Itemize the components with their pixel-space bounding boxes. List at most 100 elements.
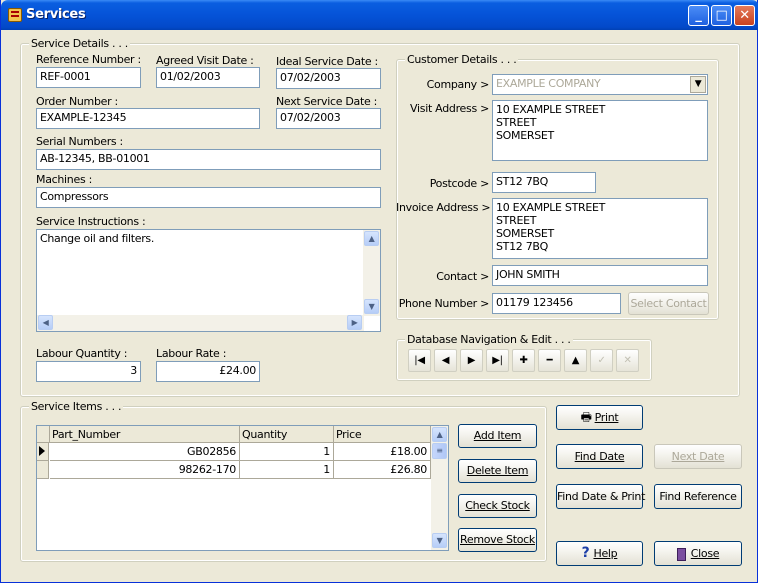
add-item-label: Add Item — [473, 429, 522, 442]
last-record-button[interactable]: ▶| — [486, 349, 509, 372]
first-record-button[interactable]: |◀ — [408, 349, 431, 372]
reference-number-label: Reference Number : — [36, 53, 141, 66]
service-instructions-text: Change oil and filters. — [40, 232, 155, 245]
col-header-price[interactable]: Price — [334, 426, 431, 443]
customer-details-legend: Customer Details . . . — [405, 53, 519, 66]
machines-field[interactable]: Compressors — [36, 187, 381, 208]
close-window-button[interactable]: ✕ — [734, 5, 755, 26]
service-items-grid[interactable]: Part_Number Quantity Price GB02856 1 £18… — [36, 425, 449, 551]
window-title: Services — [26, 7, 86, 22]
agreed-visit-date-label: Agreed Visit Date : — [156, 54, 254, 67]
find-reference-label: Find Reference — [659, 490, 737, 503]
company-label: Company > — [426, 78, 490, 91]
labour-quantity-label: Labour Quantity : — [36, 347, 128, 360]
machines-label: Machines : — [36, 173, 92, 186]
ideal-service-date-field[interactable]: 07/02/2003 — [276, 68, 381, 89]
row-indicator[interactable] — [37, 461, 49, 479]
service-items-legend: Service Items . . . — [29, 400, 124, 413]
select-contact-button[interactable]: Select Contact — [628, 292, 709, 315]
help-button[interactable]: ? Help — [556, 541, 643, 566]
app-icon — [8, 8, 22, 22]
grid-corner — [37, 426, 50, 443]
post-edit-button[interactable]: ✓ — [590, 349, 613, 372]
invoice-address-field[interactable]: 10 EXAMPLE STREET STREET SOMERSET ST12 7… — [492, 198, 708, 259]
delete-item-button[interactable]: Delete Item — [458, 459, 537, 483]
printer-icon: 🖶 — [580, 410, 592, 424]
current-row-icon — [39, 446, 45, 456]
company-combo[interactable]: EXAMPLE COMPANY ▼ — [492, 74, 708, 95]
instructions-hscroll[interactable]: ◀ ▶ — [37, 315, 364, 331]
find-date-print-button[interactable]: Find Date & Print — [556, 484, 646, 509]
next-date-label: Next Date — [671, 450, 725, 463]
minimize-button[interactable]: _ — [688, 5, 709, 26]
prev-record-button[interactable]: ◀ — [434, 349, 457, 372]
phone-number-label: Phone Number > — [398, 297, 490, 310]
find-date-print-label: Find Date & Print — [557, 490, 646, 503]
table-cell[interactable]: £18.00 — [334, 443, 431, 461]
scroll-down-icon[interactable]: ▼ — [432, 533, 447, 548]
reference-number-field[interactable]: REF-0001 — [36, 67, 141, 88]
labour-rate-label: Labour Rate : — [156, 347, 227, 360]
scroll-left-icon[interactable]: ◀ — [38, 315, 53, 330]
phone-number-field[interactable]: 01179 123456 — [492, 293, 621, 314]
table-cell[interactable]: 98262-170 — [50, 461, 240, 479]
service-instructions-label: Service Instructions : — [36, 215, 146, 228]
scroll-up-icon[interactable]: ▲ — [432, 427, 447, 442]
contact-field[interactable]: JOHN SMITH — [492, 265, 708, 286]
company-value: EXAMPLE COMPANY — [496, 77, 601, 90]
print-label: Print — [594, 411, 619, 424]
next-record-button[interactable]: ▶ — [460, 349, 483, 372]
find-date-button[interactable]: Find Date — [556, 444, 643, 469]
cancel-edit-button[interactable]: ✕ — [616, 349, 639, 372]
ideal-service-date-label: Ideal Service Date : — [276, 55, 378, 68]
remove-stock-button[interactable]: Remove Stock — [458, 528, 537, 552]
scroll-down-icon[interactable]: ▼ — [364, 299, 379, 314]
invoice-address-label: Invoice Address > — [396, 201, 491, 214]
scroll-up-icon[interactable]: ▲ — [364, 231, 379, 246]
chevron-down-icon[interactable]: ▼ — [690, 76, 706, 93]
grid-vscroll[interactable]: ▲ ≡ ▼ — [431, 426, 448, 550]
scroll-right-icon[interactable]: ▶ — [347, 315, 362, 330]
services-window: Services _ □ ✕ Service Details . . . Ref… — [0, 0, 758, 583]
check-stock-button[interactable]: Check Stock — [458, 494, 537, 518]
remove-stock-label: Remove Stock — [460, 533, 535, 546]
scroll-thumb[interactable]: ≡ — [432, 443, 447, 459]
col-header-part-number[interactable]: Part_Number — [50, 426, 240, 443]
labour-quantity-field[interactable]: 3 — [36, 361, 141, 382]
add-item-button[interactable]: Add Item — [458, 424, 537, 448]
contact-label: Contact > — [436, 270, 489, 283]
delete-record-button[interactable]: ━ — [538, 349, 561, 372]
table-cell[interactable]: 1 — [240, 461, 334, 479]
table-cell[interactable]: 1 — [240, 443, 334, 461]
labour-rate-field[interactable]: £24.00 — [156, 361, 260, 382]
serial-numbers-field[interactable]: AB-12345, BB-01001 — [36, 149, 381, 170]
print-button[interactable]: 🖶 Print — [556, 405, 643, 430]
instructions-vscroll[interactable]: ▲ ▼ — [363, 230, 380, 316]
order-number-label: Order Number : — [36, 95, 118, 108]
table-cell[interactable]: £26.80 — [334, 461, 431, 479]
service-instructions-field[interactable]: Change oil and filters. ▲ ▼ ◀ ▶ — [36, 229, 381, 332]
close-label: Close — [690, 547, 720, 560]
close-button[interactable]: Close — [654, 541, 742, 566]
delete-item-label: Delete Item — [466, 464, 529, 477]
check-stock-label: Check Stock — [465, 499, 530, 512]
maximize-button[interactable]: □ — [711, 5, 732, 26]
col-header-quantity[interactable]: Quantity — [240, 426, 334, 443]
visit-address-field[interactable]: 10 EXAMPLE STREET STREET SOMERSET — [492, 100, 708, 161]
title-bar[interactable]: Services _ □ ✕ — [1, 0, 758, 30]
find-reference-button[interactable]: Find Reference — [654, 484, 742, 509]
serial-numbers-label: Serial Numbers : — [36, 135, 123, 148]
postcode-label: Postcode > — [429, 177, 490, 190]
door-icon — [676, 547, 686, 561]
edit-record-button[interactable]: ▲ — [564, 349, 587, 372]
row-indicator[interactable] — [37, 443, 49, 461]
help-icon: ? — [581, 545, 590, 561]
table-cell[interactable]: GB02856 — [50, 443, 240, 461]
order-number-field[interactable]: EXAMPLE-12345 — [36, 108, 260, 129]
agreed-visit-date-field[interactable]: 01/02/2003 — [156, 67, 260, 88]
next-service-date-field[interactable]: 07/02/2003 — [276, 108, 381, 129]
next-service-date-label: Next Service Date : — [276, 95, 378, 108]
add-record-button[interactable]: ✚ — [512, 349, 535, 372]
postcode-field[interactable]: ST12 7BQ — [492, 172, 596, 193]
next-date-button[interactable]: Next Date — [654, 444, 742, 469]
